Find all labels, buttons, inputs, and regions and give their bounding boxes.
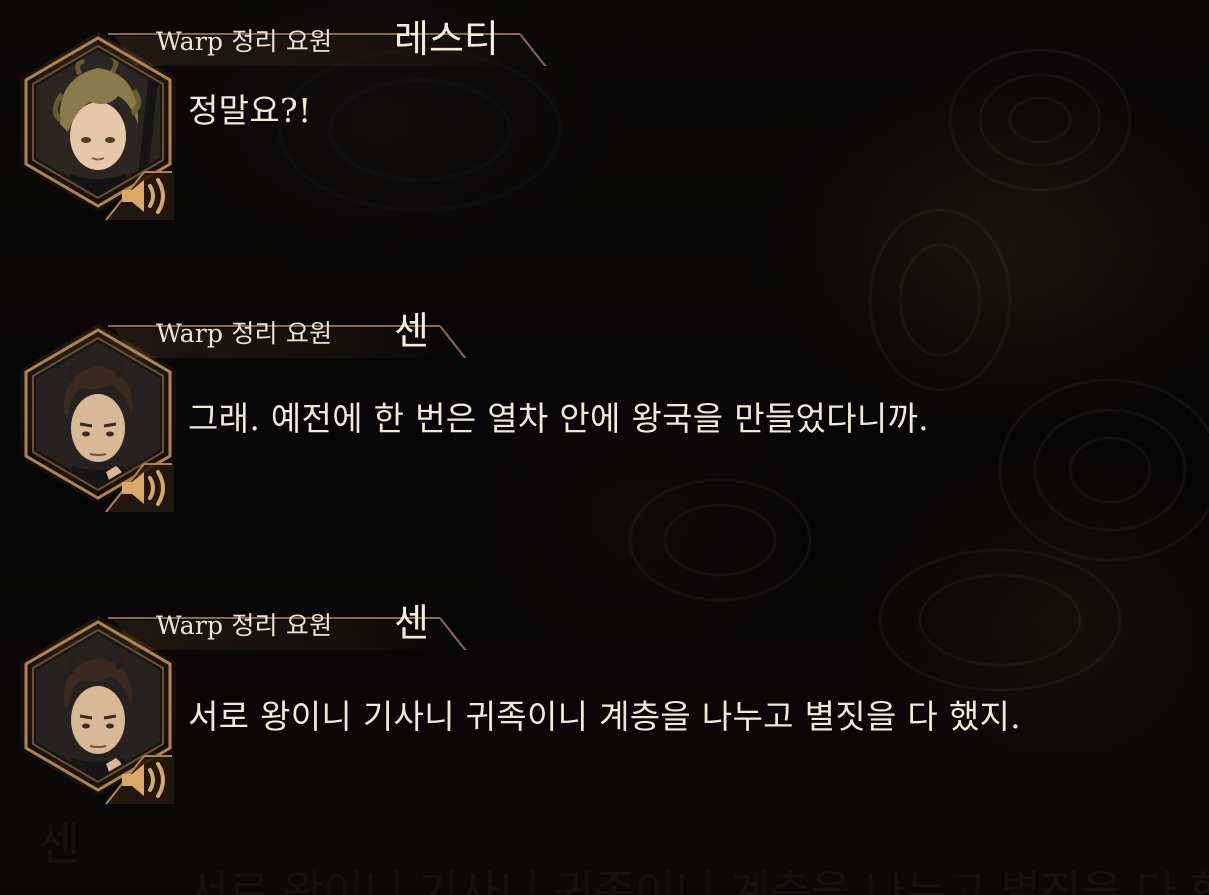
speaker-name: 레스티	[394, 17, 499, 61]
speaker-icon[interactable]	[104, 456, 174, 513]
speaker-role: Warp 정리 요원	[156, 27, 333, 56]
speaker-role: Warp 정리 요원	[156, 319, 333, 348]
dialogue-text: 서로 왕이니 기사니 귀족이니 계층을 나누고 별짓을 다 했지.	[188, 697, 1021, 736]
dialogue-entry: Warp 정리 요원 센 서로 왕이니 기사니 귀족이니 계층을 나누고 별짓을…	[0, 584, 1209, 814]
ghost-dialogue-text: 서로 왕이니 기사니 귀족이니 계층을 나누고 별짓을 다 했지.	[188, 867, 1209, 895]
speaker-role: Warp 정리 요원	[156, 611, 333, 640]
speaker-icon[interactable]	[104, 748, 174, 805]
dialogue-text: 정말요?!	[188, 91, 312, 130]
dialogue-text: 그래. 예전에 한 번은 열차 안에 왕국을 만들었다니까.	[188, 399, 929, 438]
speaker-name: 센	[394, 309, 429, 353]
ghost-speaker-name: 센	[38, 817, 81, 871]
dialogue-entry: Warp 정리 요원 레스티 정말요?!	[0, 0, 1209, 230]
dialogue-entry: Warp 정리 요원 센 그래. 예전에 한 번은 열차 안에 왕국을 만들었다…	[0, 292, 1209, 522]
speaker-name: 센	[394, 601, 429, 645]
speaker-icon[interactable]	[104, 164, 174, 221]
